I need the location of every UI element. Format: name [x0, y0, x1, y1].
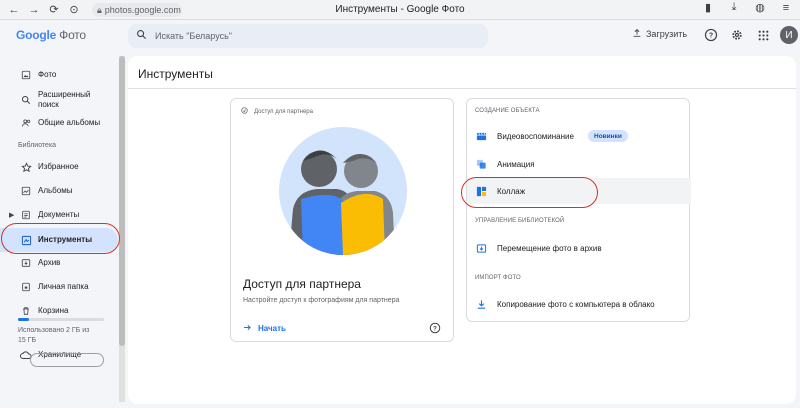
storage-progress-bar — [18, 318, 104, 321]
sidebar-scrollbar-thumb[interactable] — [119, 56, 125, 346]
partner-start-label: Начать — [258, 324, 286, 333]
search-icon — [20, 94, 32, 106]
sidebar-item-tools[interactable]: Инструменты — [0, 228, 118, 252]
title-divider — [128, 88, 796, 89]
partner-tag-label: Доступ для партнера — [254, 108, 313, 115]
locked-folder-icon — [20, 281, 32, 293]
video-icon — [475, 130, 487, 142]
forward-icon[interactable]: → — [24, 1, 44, 19]
download-icon — [475, 298, 487, 310]
account-avatar[interactable]: И — [780, 26, 798, 44]
help-icon[interactable]: ? — [702, 26, 720, 44]
partner-card-title: Доступ для партнера — [243, 277, 361, 291]
people-icon — [20, 117, 32, 129]
document-icon — [20, 209, 32, 221]
partner-illustration — [279, 127, 407, 255]
partner-start-button[interactable]: Начать — [243, 323, 286, 334]
archive-icon — [20, 257, 32, 269]
sidebar-item-documents[interactable]: ▶ Документы — [0, 208, 118, 222]
download-icon[interactable]: ⤓ — [726, 1, 742, 14]
svg-text:?: ? — [433, 326, 437, 332]
buy-storage-button[interactable] — [30, 353, 104, 367]
page-title: Инструменты — [138, 67, 213, 81]
sidebar-item-label: Фото — [38, 70, 57, 79]
svg-text:?: ? — [709, 33, 713, 40]
tool-label: Коллаж — [497, 186, 526, 196]
upload-label: Загрузить — [646, 29, 688, 39]
sidebar-item-label: Документы — [38, 210, 80, 219]
sidebar-item-label: Альбомы — [38, 186, 73, 195]
tool-label: Перемещение фото в архив — [497, 243, 602, 253]
upload-icon — [632, 28, 642, 40]
sidebar-item-label: Архив — [38, 258, 61, 267]
tool-copy-to-cloud[interactable]: Копирование фото с компьютера в облако — [467, 291, 691, 317]
sidebar-item-trash[interactable]: Корзина — [0, 304, 118, 318]
photo-icon — [20, 69, 32, 81]
logo-wordmark: Google — [16, 28, 57, 42]
app-header: GoogleФото Загрузить ? И — [0, 20, 800, 52]
address-bar[interactable]: 🔒︎ photos.google.com — [92, 3, 182, 17]
extension-icon[interactable]: ⊙ — [64, 1, 84, 19]
search-icon[interactable] — [136, 27, 147, 45]
expand-arrow-icon[interactable]: ▶ — [9, 211, 14, 219]
collage-icon — [475, 185, 487, 197]
star-icon — [20, 161, 32, 173]
upload-button[interactable]: Загрузить — [632, 28, 687, 40]
sidebar-item-label: Расширенный поиск — [38, 90, 91, 109]
tool-label: Копирование фото с компьютера в облако — [497, 299, 655, 309]
trash-icon — [20, 305, 32, 317]
globe-icon[interactable]: ◍ — [752, 1, 768, 14]
search-box[interactable] — [128, 24, 488, 48]
sidebar-item-label: Избранное — [38, 162, 79, 171]
arrow-right-icon — [243, 323, 252, 334]
sidebar-item-albums[interactable]: Альбомы — [0, 184, 118, 198]
storage-progress-fill — [18, 318, 30, 321]
sidebar-item-archive[interactable]: Архив — [0, 256, 118, 270]
home-icon[interactable]: ⟳ — [44, 1, 64, 19]
create-section-label: СОЗДАНИЕ ОБЪЕКТА — [475, 108, 540, 114]
sidebar-item-label: Корзина — [38, 306, 69, 315]
sidebar-item-locked-folder[interactable]: Личная папка — [0, 280, 118, 294]
settings-icon[interactable] — [728, 26, 746, 44]
partner-card-description: Настройте доступ к фотографиям для партн… — [243, 297, 400, 304]
album-icon — [20, 185, 32, 197]
new-badge: Новинки — [588, 130, 628, 142]
sidebar-item-favorites[interactable]: Избранное — [0, 160, 118, 174]
bookmark-icon[interactable]: ▮ — [700, 1, 716, 14]
animation-icon — [475, 158, 487, 170]
help-icon[interactable]: ? — [429, 321, 441, 334]
tool-video-memories[interactable]: Видеовоспоминание Новинки — [467, 123, 691, 149]
tools-icon — [20, 234, 32, 246]
google-photos-logo[interactable]: Google Фото — [16, 28, 86, 42]
logo-suffix: Фото — [59, 28, 86, 42]
partner-share-icon — [241, 107, 248, 116]
url-text: photos.google.com — [104, 5, 181, 15]
back-icon[interactable]: ← — [4, 1, 24, 19]
menu-icon[interactable]: ≡ — [778, 2, 794, 14]
partner-sharing-card[interactable]: Доступ для партнера Доступ для партнера — [230, 98, 454, 342]
sidebar-item-photos[interactable]: Фото — [0, 68, 118, 82]
import-section-label: ИМПОРТ ФОТО — [475, 275, 521, 281]
tools-card: СОЗДАНИЕ ОБЪЕКТА Видеовоспоминание Новин… — [466, 98, 691, 322]
tool-collage[interactable]: Коллаж — [467, 178, 691, 204]
tool-animation[interactable]: Анимация — [467, 151, 691, 177]
sidebar-item-shared-albums[interactable]: Общие альбомы — [0, 116, 118, 130]
library-section-label: Библиотека — [18, 142, 57, 149]
tool-move-to-archive[interactable]: Перемещение фото в архив — [467, 235, 691, 261]
tool-label: Анимация — [497, 159, 535, 169]
sidebar-item-advanced-search[interactable]: Расширенный поиск — [0, 89, 118, 111]
sidebar-item-label: Личная папка — [38, 282, 89, 291]
main-panel: Инструменты Доступ для партнера Доступ д… — [128, 56, 796, 404]
lock-icon: 🔒︎ — [97, 4, 102, 15]
browser-toolbar: ← → ⟳ ⊙ 🔒︎ photos.google.com Инструменты… — [0, 0, 800, 20]
apps-grid-icon[interactable] — [754, 26, 772, 44]
storage-usage-text: Использовано 2 ГБ из 15 ГБ — [18, 327, 90, 344]
manage-section-label: УПРАВЛЕНИЕ БИБЛИОТЕКОЙ — [475, 218, 565, 224]
tool-label: Видеовоспоминание — [497, 131, 574, 141]
sidebar-item-label: Общие альбомы — [38, 118, 101, 127]
search-input[interactable] — [155, 31, 455, 41]
sidebar-item-label: Инструменты — [38, 235, 93, 244]
archive-icon — [475, 242, 487, 254]
